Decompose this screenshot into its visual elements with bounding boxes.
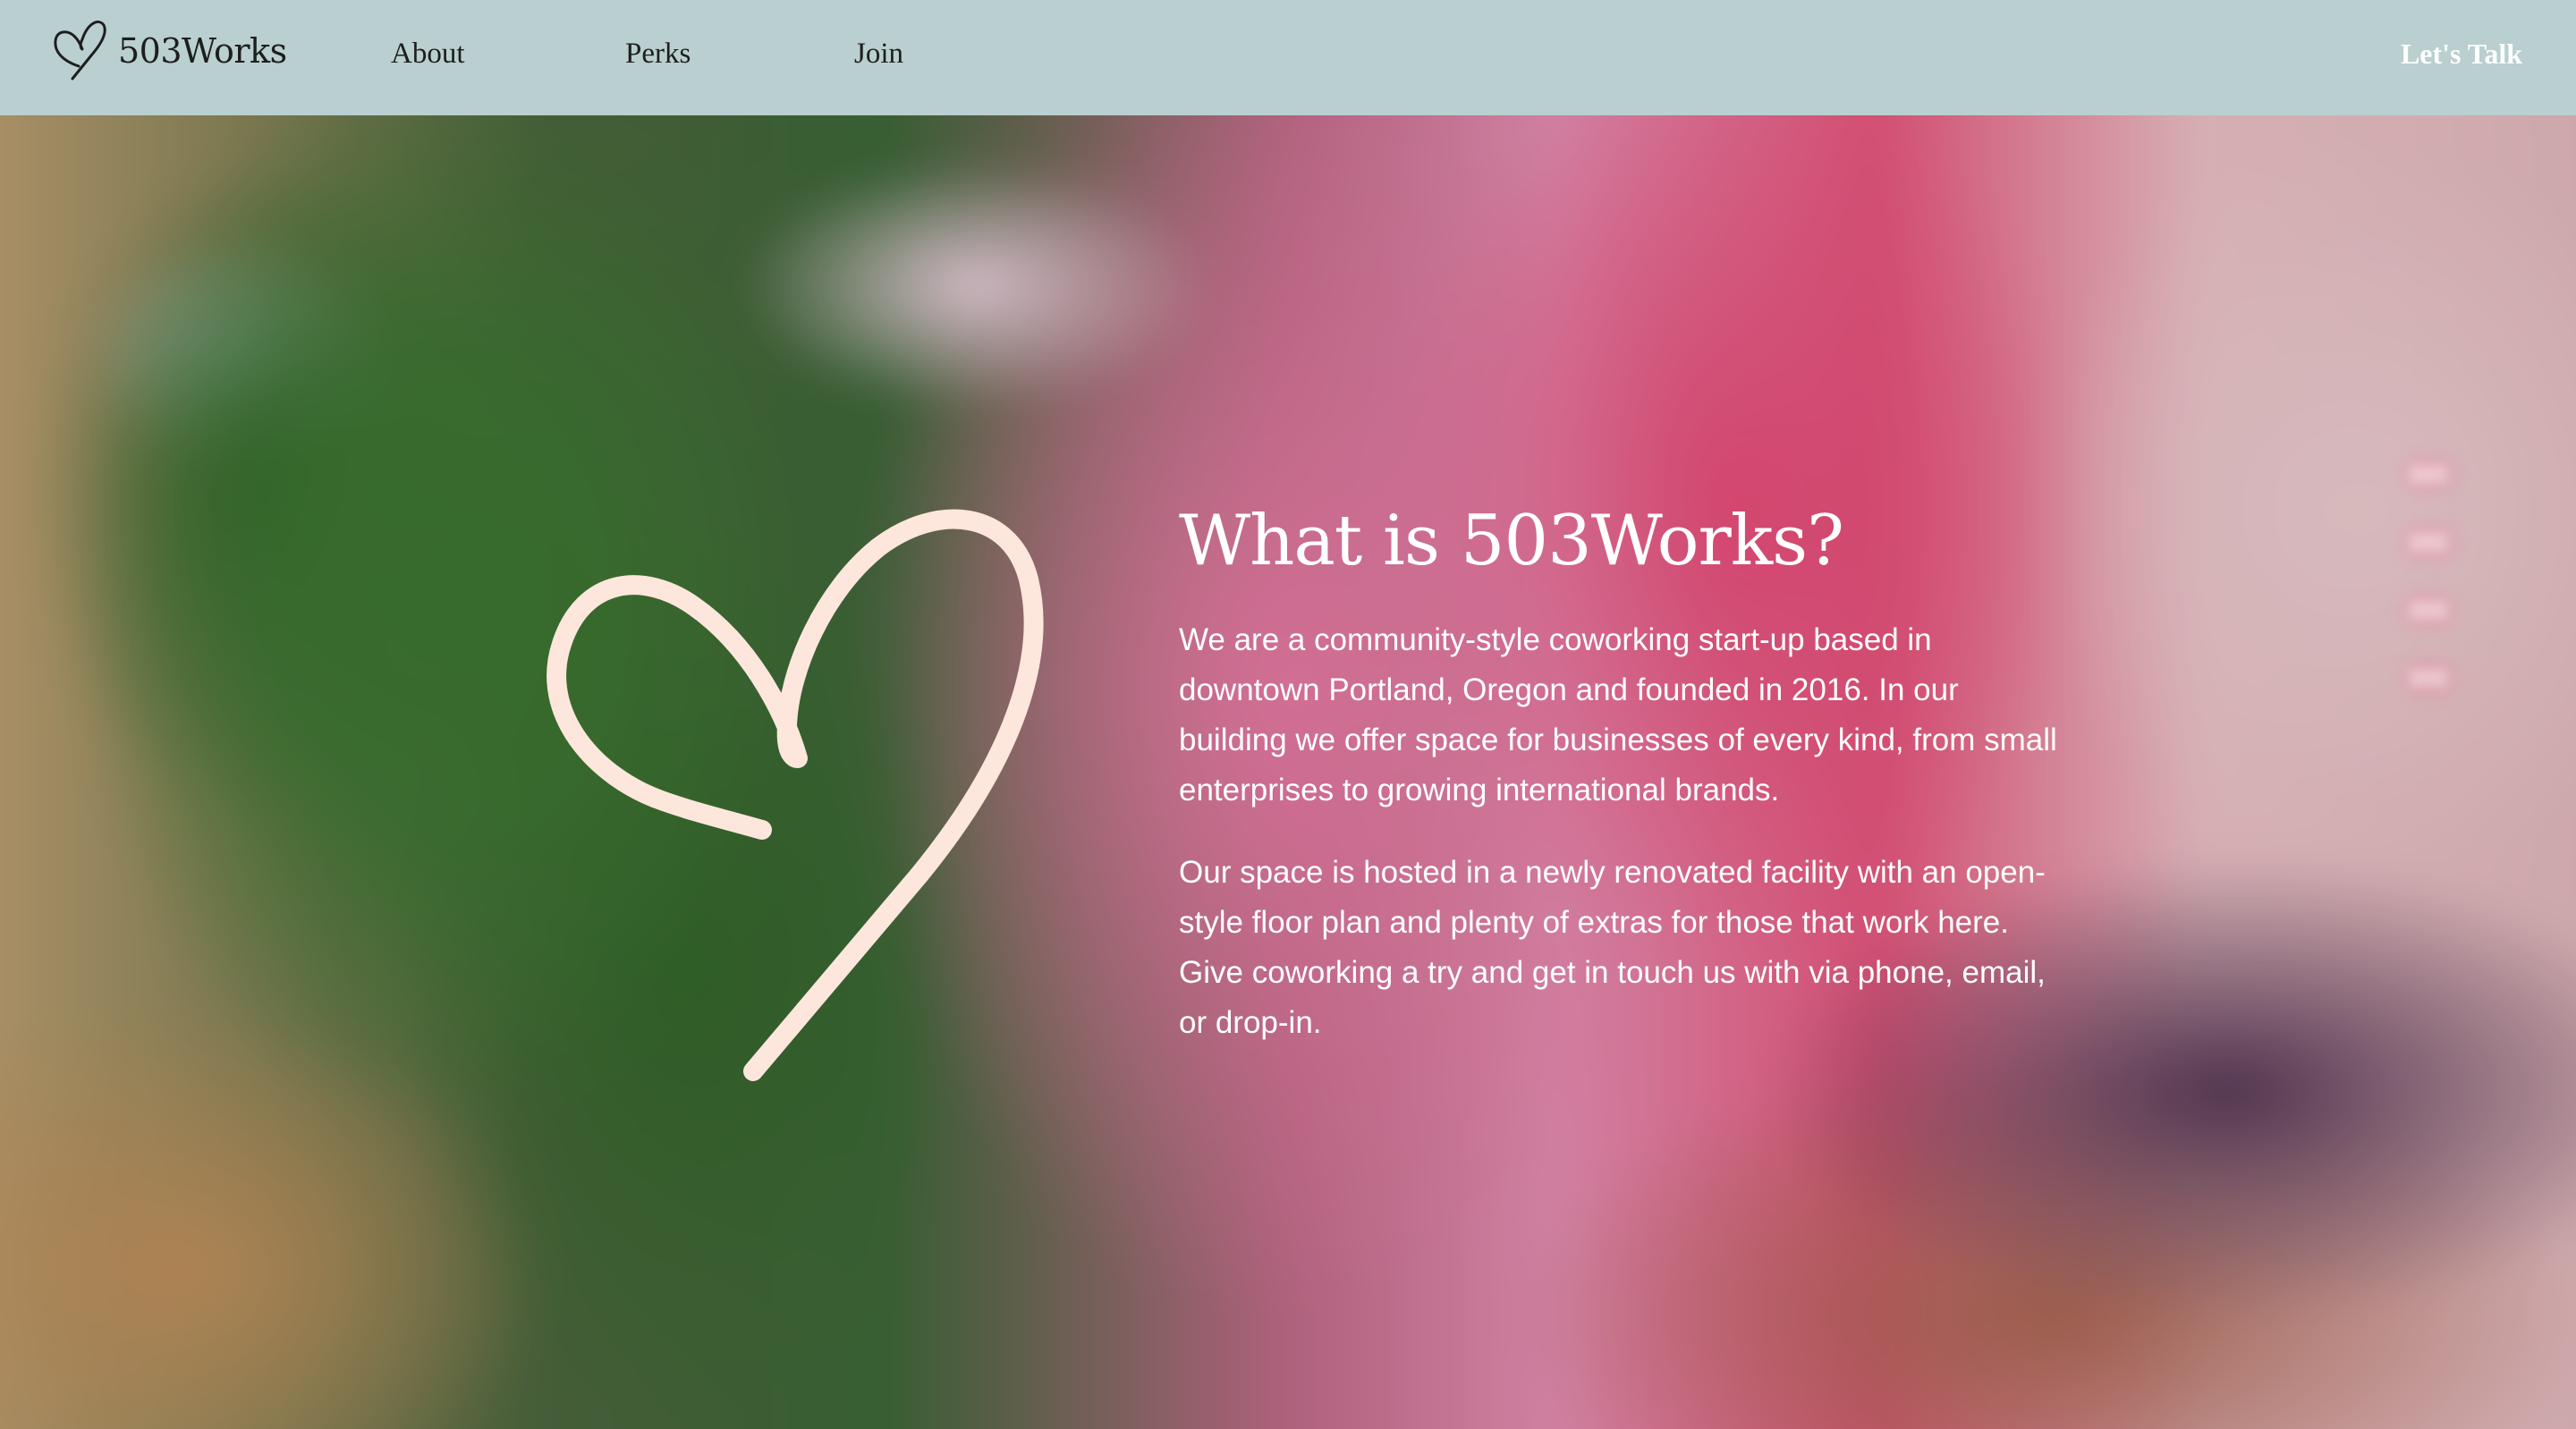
- neon-glow-bar: ▬: [2404, 442, 2453, 500]
- neon-glow-bar: ▬: [2404, 578, 2453, 636]
- brand-name: 503Works: [118, 31, 287, 71]
- nav-link-perks[interactable]: Perks: [625, 36, 691, 72]
- lets-talk-link[interactable]: Let's Talk: [2401, 36, 2522, 72]
- neon-glow-bar: ▬: [2404, 510, 2453, 568]
- page: 503Works About Perks Join Let's Talk ▬ ▬…: [0, 0, 2576, 1429]
- hero-content: What is 503Works? We are a community-sty…: [1179, 492, 2064, 1080]
- hero-title: What is 503Works?: [1179, 501, 1844, 581]
- navbar: 503Works About Perks Join Let's Talk: [0, 0, 2576, 115]
- heart-icon: [547, 509, 1044, 1081]
- neon-glow-bar: ▬: [2404, 646, 2453, 704]
- neon-sign-decoration: ▬ ▬ ▬ ▬: [2343, 437, 2513, 777]
- nav-link-about[interactable]: About: [391, 36, 465, 72]
- hero-paragraph-space: Our space is hosted in a newly renovated…: [1179, 855, 2046, 1040]
- nav-link-join[interactable]: Join: [854, 36, 903, 72]
- hero-paragraph-intro: We are a community-style coworking start…: [1179, 622, 2057, 808]
- heart-icon: [54, 21, 106, 80]
- brand-logo-link[interactable]: 503Works: [52, 20, 287, 82]
